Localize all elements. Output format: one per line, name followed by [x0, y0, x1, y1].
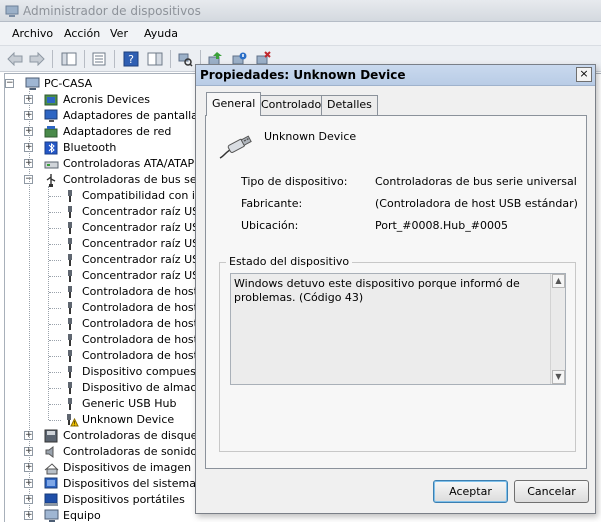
- tree-item-label: Bluetooth: [63, 141, 117, 154]
- plug-icon: [63, 252, 79, 268]
- properties-sheet-icon[interactable]: [90, 50, 108, 68]
- manufacturer-value: (Controladora de host USB estándar): [375, 197, 578, 210]
- device-status-group: Estado del dispositivo Windows detuvo es…: [219, 255, 576, 452]
- device-type-value: Controladoras de bus serie universal: [375, 175, 577, 188]
- cancel-button[interactable]: Cancelar: [514, 480, 589, 503]
- tree-item-label: Acronis Devices: [63, 93, 150, 106]
- computer-icon: [44, 508, 60, 522]
- device-status-textbox[interactable]: Windows detuvo este dispositivo porque i…: [230, 273, 566, 385]
- close-button[interactable]: ×: [576, 67, 592, 82]
- tree-item-label: Controladoras de sonido y: [63, 445, 208, 458]
- plug-icon: [63, 284, 79, 300]
- tree-item-label: Concentrador raíz USB: [82, 221, 207, 234]
- tree-item-label: Compatibilidad con imp: [82, 189, 213, 202]
- tree-item-label: Dispositivos portátiles: [63, 493, 185, 506]
- plug-icon: [63, 348, 79, 364]
- usb-icon: [44, 172, 60, 188]
- general-tab-panel: Unknown Device Tipo de dispositivo: Cont…: [205, 115, 587, 469]
- tab-detalles[interactable]: Detalles: [321, 95, 378, 115]
- plug-icon: [63, 380, 79, 396]
- speaker-icon: [44, 444, 60, 460]
- svg-text:!: !: [73, 421, 75, 428]
- plug-icon: [63, 220, 79, 236]
- tree-item-label: Dispositivos de imagen: [63, 461, 192, 474]
- usb-device-icon: [218, 132, 254, 163]
- action-pane-icon[interactable]: [146, 50, 164, 68]
- plug-icon: [63, 188, 79, 204]
- tree-item-label: Equipo: [63, 509, 101, 522]
- location-label: Ubicación:: [241, 219, 299, 232]
- plug-icon: [63, 236, 79, 252]
- tree-item-label: Concentrador raíz USB: [82, 253, 207, 266]
- bluetooth-icon: [44, 140, 60, 156]
- menu-accion[interactable]: Acción: [64, 27, 100, 40]
- camera-icon: [44, 460, 60, 476]
- tree-item-label: Adaptadores de red: [63, 125, 172, 138]
- window-title: Administrador de dispositivos: [23, 4, 201, 18]
- console-tree-icon[interactable]: [60, 50, 78, 68]
- tab-general[interactable]: General: [206, 92, 262, 116]
- collapse-icon[interactable]: −: [5, 79, 14, 88]
- close-icon: ×: [579, 67, 589, 80]
- menu-bar: Archivo Acción Ver Ayuda: [0, 22, 601, 46]
- plug-icon: [63, 300, 79, 316]
- tree-item-label: Controladoras ATA/ATAPI: [63, 157, 198, 170]
- help-icon[interactable]: ?: [122, 50, 140, 68]
- system-icon: [44, 476, 60, 492]
- tree-item-label: Concentrador raíz USB: [82, 269, 207, 282]
- svg-text:?: ?: [128, 53, 134, 66]
- ok-button[interactable]: Aceptar: [433, 480, 508, 503]
- plug-icon: [63, 332, 79, 348]
- plug-icon: [63, 364, 79, 380]
- warning-plug-icon: !: [63, 412, 79, 428]
- device-status-text: Windows detuvo este dispositivo porque i…: [234, 277, 520, 304]
- network-icon: [44, 124, 60, 140]
- dialog-title-bar[interactable]: Propiedades: Unknown Device ×: [196, 65, 595, 86]
- plug-icon: [63, 268, 79, 284]
- tree-item-label: Controladora de host u: [82, 317, 209, 330]
- tree-item-label: Dispositivo de almacen: [82, 381, 211, 394]
- monitor-icon: [44, 108, 60, 124]
- tree-item-label: Controladora de host u: [82, 301, 209, 314]
- portable-icon: [44, 492, 60, 508]
- location-value: Port_#0008.Hub_#0005: [375, 219, 508, 232]
- scroll-down-icon[interactable]: ▼: [552, 370, 565, 384]
- forward-arrow-icon[interactable]: [28, 50, 46, 68]
- dialog-title: Propiedades: Unknown Device: [200, 68, 406, 82]
- device-type-label: Tipo de dispositivo:: [241, 175, 348, 188]
- scan-hardware-icon[interactable]: [176, 50, 194, 68]
- menu-ver[interactable]: Ver: [110, 27, 128, 40]
- tree-item-label: Controladora de host u: [82, 349, 209, 362]
- scroll-up-icon[interactable]: ▲: [552, 274, 565, 288]
- tree-item-label: Controladora de host u: [82, 333, 209, 346]
- plug-icon: [63, 396, 79, 412]
- main-title-bar: Administrador de dispositivos: [0, 0, 601, 22]
- tree-item-label: Controladora de host u: [82, 285, 209, 298]
- tree-item-label: Dispositivo compuesto: [82, 365, 207, 378]
- computer-icon: [25, 76, 41, 92]
- tree-item-label: Controladoras de bus serie: [63, 173, 211, 186]
- tree-item-label: Concentrador raíz USB: [82, 237, 207, 250]
- disk-controller-icon: [44, 156, 60, 172]
- tree-item-label: Adaptadores de pantalla: [63, 109, 198, 122]
- plug-icon: [63, 204, 79, 220]
- manufacturer-label: Fabricante:: [241, 197, 303, 210]
- back-arrow-icon[interactable]: [6, 50, 24, 68]
- tree-item-label: Generic USB Hub: [82, 397, 177, 410]
- tree-item-label: PC-CASA: [44, 77, 93, 90]
- device-name: Unknown Device: [264, 130, 357, 143]
- tree-item-label: Concentrador raíz USB: [82, 205, 207, 218]
- properties-dialog: Propiedades: Unknown Device × General Co…: [195, 64, 596, 514]
- menu-archivo[interactable]: Archivo: [12, 27, 53, 40]
- menu-ayuda[interactable]: Ayuda: [144, 27, 178, 40]
- device-manager-icon: [5, 4, 19, 21]
- tree-item-label: Controladoras de disquete: [63, 429, 209, 442]
- status-scrollbar[interactable]: ▲ ▼: [550, 274, 565, 384]
- device-icon: [44, 92, 60, 108]
- plug-icon: [63, 316, 79, 332]
- floppy-icon: [44, 428, 60, 444]
- tree-item-label: Unknown Device: [82, 413, 175, 426]
- device-status-legend: Estado del dispositivo: [226, 255, 353, 268]
- tree-item-label: Dispositivos del sistema: [63, 477, 196, 490]
